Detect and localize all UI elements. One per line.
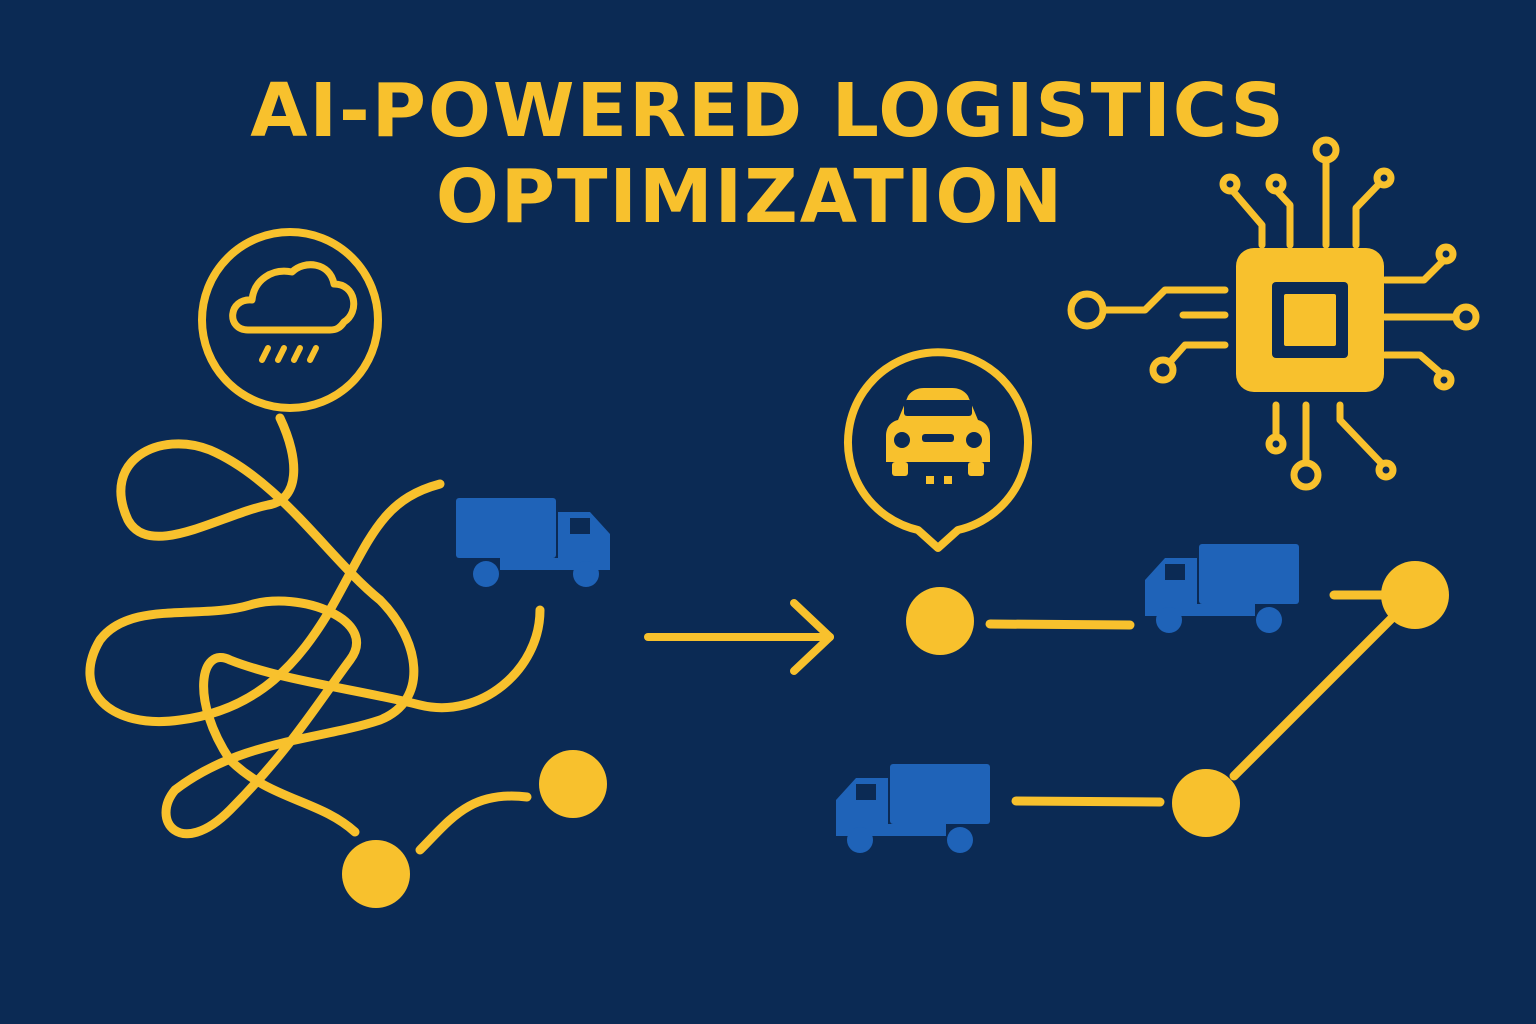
route-node-a [906, 587, 974, 655]
ai-chip-icon [1067, 136, 1480, 491]
truck-icon [1145, 544, 1299, 633]
route-node-b [1381, 561, 1449, 629]
rain-cloud-icon [198, 228, 382, 412]
infographic-canvas: AI-POWERED LOGISTICS OPTIMIZATION [0, 0, 1536, 1024]
route-node-end [342, 840, 410, 908]
truck-icon [836, 764, 990, 853]
tangled-route [85, 413, 545, 855]
diagram-graphics [85, 136, 1480, 908]
arrow-right-icon [644, 599, 834, 675]
car-icon [844, 348, 1032, 552]
truck-icon [456, 498, 610, 587]
route-node-c [1172, 769, 1240, 837]
route-node-start [539, 750, 607, 818]
